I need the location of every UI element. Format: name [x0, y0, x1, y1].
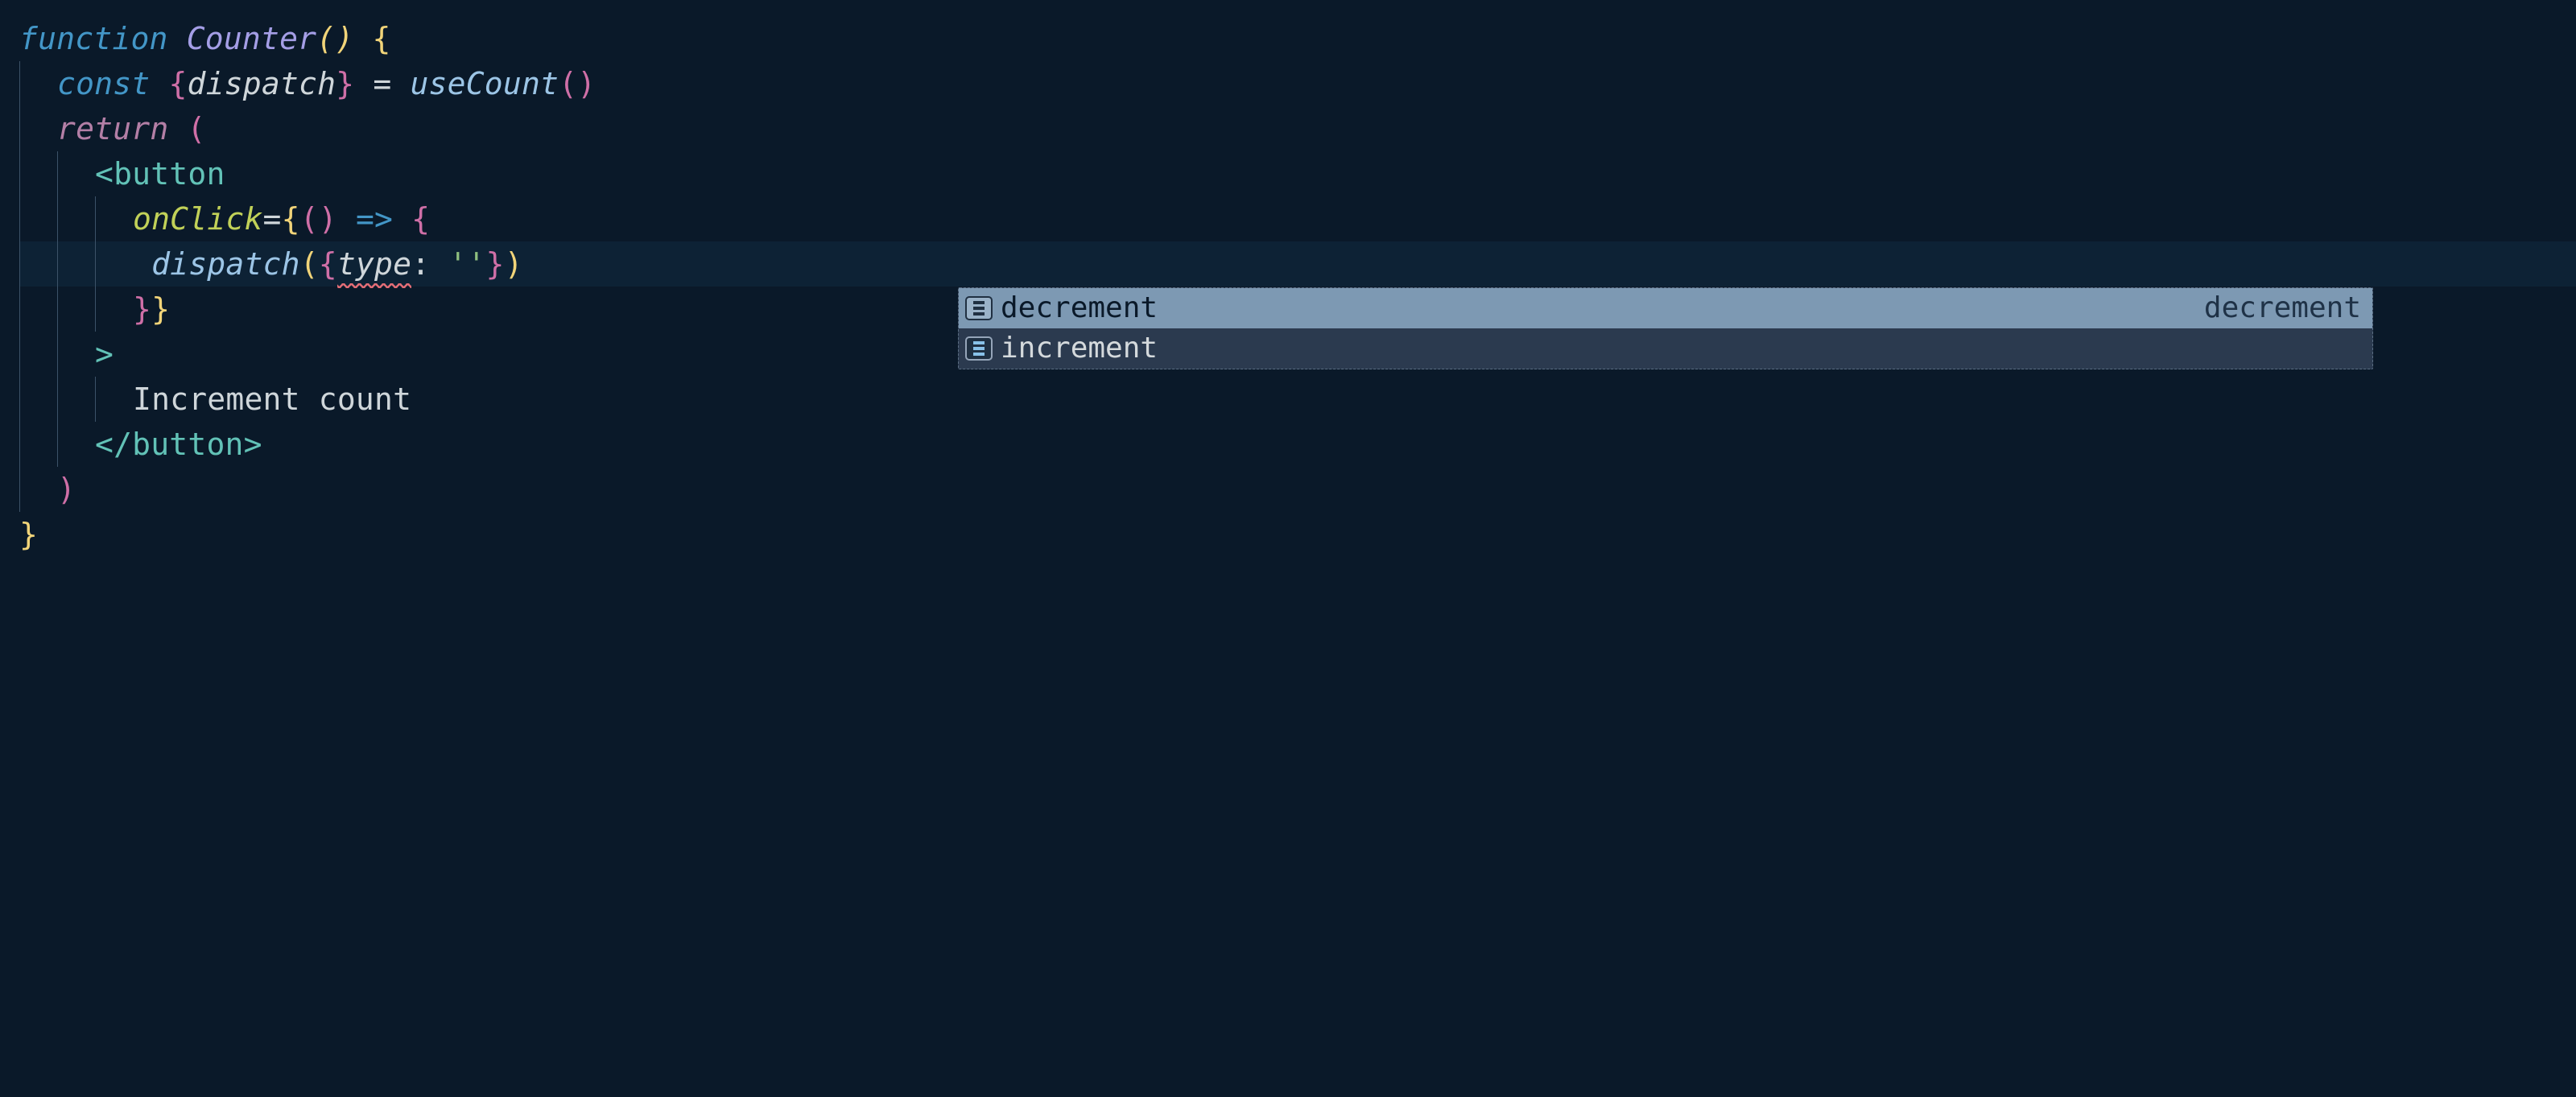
- code-token: Increment count: [133, 381, 411, 417]
- code-token: onClick: [133, 201, 263, 237]
- code-token: (): [316, 21, 353, 56]
- code-token: useCount: [410, 66, 559, 101]
- indent-guides: [19, 196, 133, 241]
- error-squiggle: type: [337, 241, 411, 287]
- code-token: [133, 246, 151, 282]
- code-line-content: dispatch({type: ''}): [133, 241, 523, 287]
- code-token: (: [300, 246, 319, 282]
- indent-guides: [19, 467, 57, 512]
- code-line[interactable]: onClick={() => {: [19, 196, 2576, 241]
- code-token: dispatch: [151, 246, 300, 282]
- code-line[interactable]: }: [19, 512, 2576, 557]
- indent-guides: [19, 61, 57, 106]
- code-line-content: <button: [95, 151, 225, 196]
- code-token: (): [300, 201, 356, 237]
- code-token: }: [151, 291, 170, 327]
- code-line[interactable]: <button: [19, 151, 2576, 196]
- code-token: return: [57, 111, 188, 146]
- indent-guides: [19, 287, 133, 332]
- code-line-content: function Counter() {: [19, 16, 391, 61]
- code-line[interactable]: const {dispatch} = useCount(): [19, 61, 2576, 106]
- code-line-content: onClick={() => {: [133, 196, 430, 241]
- code-line-content: return (: [57, 106, 206, 151]
- code-token: {: [168, 66, 187, 101]
- code-line-content: </button>: [95, 422, 262, 467]
- code-token: '': [448, 246, 485, 282]
- suggest-item-detail: increment: [2204, 329, 2361, 368]
- code-token: =>: [356, 201, 393, 237]
- code-line-content: }}: [133, 287, 170, 332]
- code-token: :: [411, 246, 448, 282]
- code-token: }: [336, 66, 354, 101]
- code-token: [393, 201, 411, 237]
- indent-guides: [19, 377, 133, 422]
- code-token: =: [354, 66, 410, 101]
- code-token: ): [505, 246, 523, 282]
- suggest-item[interactable]: increment increment: [959, 328, 2372, 369]
- code-token: (: [188, 111, 206, 146]
- indent-guides: [19, 241, 133, 287]
- code-line[interactable]: Increment count: [19, 377, 2576, 422]
- code-token: const: [57, 66, 168, 101]
- indent-guides: [19, 151, 95, 196]
- indent-guides: [19, 106, 57, 151]
- enum-member-icon: [965, 296, 993, 320]
- code-token: =: [263, 201, 282, 237]
- code-token: function: [19, 21, 187, 56]
- intellisense-popup[interactable]: decrementdecrementincrementincrement: [958, 287, 2373, 369]
- suggest-item-detail: decrement: [2204, 289, 2361, 328]
- code-line[interactable]: dispatch({type: ''}): [19, 241, 2576, 287]
- code-token: {: [319, 246, 337, 282]
- code-token: {: [411, 201, 430, 237]
- code-line-content: const {dispatch} = useCount(): [57, 61, 596, 106]
- code-token: dispatch: [188, 66, 336, 101]
- suggest-item-label: increment: [1001, 329, 1158, 368]
- code-editor[interactable]: function Counter() {const {dispatch} = u…: [0, 0, 2576, 557]
- code-token: </button>: [95, 427, 262, 462]
- indent-guides: [19, 332, 95, 377]
- code-line[interactable]: ): [19, 467, 2576, 512]
- code-line[interactable]: function Counter() {: [19, 16, 2576, 61]
- code-token: ): [57, 472, 76, 507]
- suggest-item-label: decrement: [1001, 289, 1158, 328]
- code-line-content: >: [95, 332, 114, 377]
- indent-guides: [19, 422, 95, 467]
- code-line-content: }: [19, 512, 38, 557]
- code-token: (): [559, 66, 596, 101]
- code-token: <button: [95, 156, 225, 192]
- code-line-content: ): [57, 467, 76, 512]
- code-line[interactable]: </button>: [19, 422, 2576, 467]
- code-token: Counter: [187, 21, 317, 56]
- code-line[interactable]: return (: [19, 106, 2576, 151]
- suggest-item[interactable]: decrement decrement: [959, 288, 2372, 328]
- code-token: }: [485, 246, 504, 282]
- code-token: type: [337, 246, 411, 282]
- enum-member-icon: [965, 336, 993, 361]
- code-token: {: [282, 201, 300, 237]
- code-token: }: [19, 517, 38, 552]
- code-token: >: [95, 336, 114, 372]
- code-token: {: [372, 21, 390, 56]
- code-line-content: Increment count: [133, 377, 411, 422]
- code-token: }: [133, 291, 151, 327]
- code-token: [353, 21, 372, 56]
